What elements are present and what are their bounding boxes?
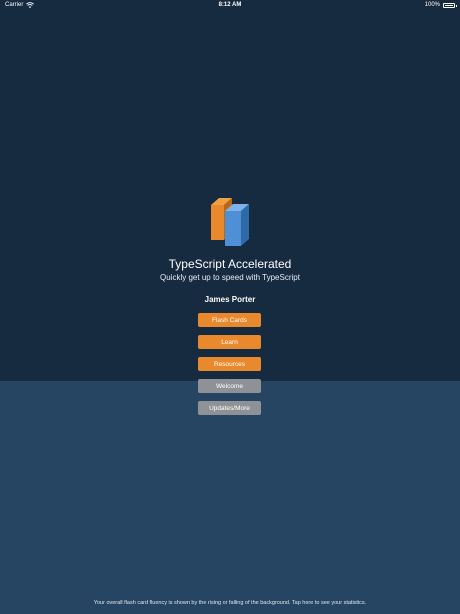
status-time: 8:12 AM: [218, 2, 242, 8]
fluency-background[interactable]: [0, 381, 460, 614]
app-subtitle: Quickly get up to speed with TypeScript: [160, 273, 300, 282]
app-logo-books-icon: [211, 198, 249, 246]
status-bar: Carrier 8:12 AM 100%: [0, 0, 460, 12]
fluency-statistics-link[interactable]: Your overall flash card fluency is shown…: [0, 600, 460, 606]
flash-cards-button[interactable]: Flash Cards: [198, 313, 261, 327]
user-name: James Porter: [204, 295, 256, 304]
battery-indicator: 100%: [424, 2, 457, 8]
learn-button[interactable]: Learn: [198, 335, 261, 349]
updates-more-button[interactable]: Updates/More: [198, 401, 261, 415]
battery-percent: 100%: [424, 2, 440, 8]
resources-button[interactable]: Resources: [198, 357, 261, 371]
app-title: TypeScript Accelerated: [168, 257, 292, 271]
welcome-button[interactable]: Welcome: [198, 379, 261, 393]
battery-icon: [443, 2, 457, 8]
